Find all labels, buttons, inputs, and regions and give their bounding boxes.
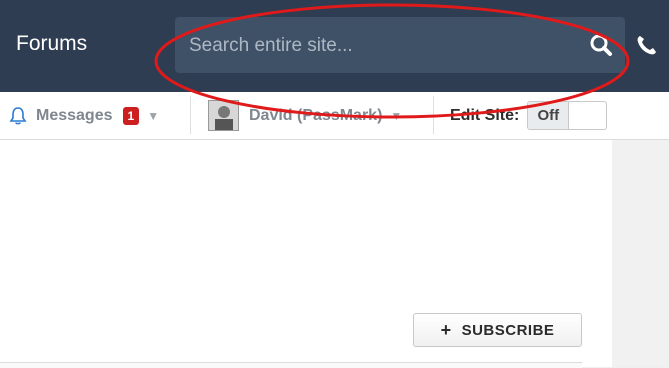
page-background (612, 140, 669, 367)
subscribe-label: SUBSCRIBE (461, 321, 555, 339)
highlight-ellipse (154, 3, 630, 119)
phone-icon[interactable] (634, 33, 658, 57)
bell-icon (8, 106, 28, 126)
messages-label: Messages (36, 106, 113, 124)
plus-icon: + (440, 319, 452, 340)
content-panel-edge (0, 362, 582, 368)
messages-count-badge: 1 (122, 106, 140, 125)
messages-menu[interactable]: Messages 1 ▼ (8, 92, 159, 139)
subscribe-button[interactable]: + SUBSCRIBE (413, 313, 582, 347)
site-title[interactable]: Forums (16, 32, 87, 56)
